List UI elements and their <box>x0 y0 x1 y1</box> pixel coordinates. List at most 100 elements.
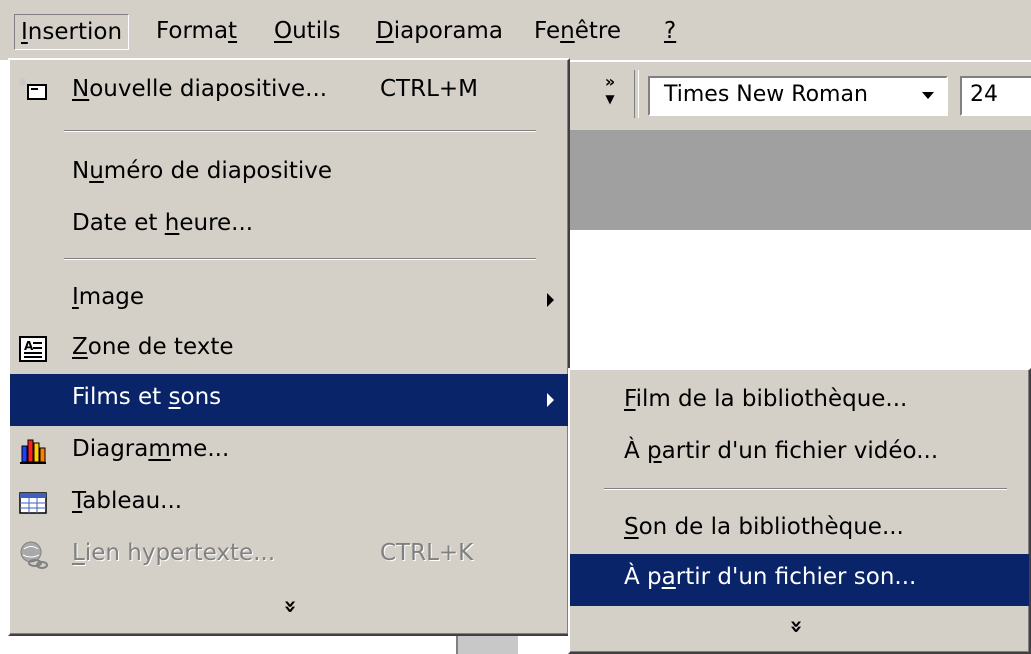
menu-item-label: À partir d'un fichier vidéo... <box>624 438 938 464</box>
menu-diaporama[interactable]: Diaporama <box>370 14 509 48</box>
mnemonic: O <box>274 18 293 44</box>
menu-item-label: Numéro de diapositive <box>72 158 332 184</box>
table-icon <box>18 488 48 518</box>
mnemonic: I <box>21 19 28 45</box>
new-slide-icon <box>18 76 48 106</box>
chart-icon <box>18 436 48 466</box>
mnemonic: u <box>89 158 104 184</box>
menu-label: être <box>574 18 621 44</box>
mnemonic: S <box>624 514 639 540</box>
menu-item-label: Diagramme... <box>72 436 229 462</box>
mnemonic: m <box>148 436 171 462</box>
label-part: ableau... <box>82 488 183 514</box>
font-dropdown-arrow-icon[interactable] <box>922 92 934 99</box>
menu-item-label: Tableau... <box>72 488 182 514</box>
movies-sounds-submenu: Film de la bibliothèque... À partir d'un… <box>568 368 1031 654</box>
mnemonic: Z <box>72 334 88 360</box>
label-part: on de la bibliothèque... <box>638 514 904 540</box>
submenu-arrow-icon <box>547 293 554 307</box>
menu-item-label: Son de la bibliothèque... <box>624 514 904 540</box>
menu-item-label: Date et heure... <box>72 210 253 236</box>
menu-separator <box>604 488 1007 490</box>
mnemonic: n <box>560 18 575 44</box>
formatting-toolbar: » ▼ Times New Roman 24 <box>568 62 1031 131</box>
toolbar-dropdown-glyph: ▼ <box>605 92 615 106</box>
menu-separator <box>64 130 536 132</box>
menu-label: iaporama <box>393 18 503 44</box>
mnemonic: t <box>228 18 238 44</box>
label-part: ouvelle diapositive... <box>89 76 328 102</box>
label-part: rtir d'un fichier son... <box>675 564 917 590</box>
label-part: Diagra <box>72 436 149 462</box>
label-part: one de texte <box>87 334 234 360</box>
font-size-combobox[interactable]: 24 <box>960 76 1031 116</box>
mnemonic: p <box>647 438 662 464</box>
menu-item-label: Image <box>72 284 144 310</box>
label-part: À p <box>624 564 662 590</box>
label-part: ilm de la bibliothèque... <box>635 386 908 412</box>
menu-item-new-slide[interactable]: Nouvelle diapositive... CTRL+M <box>10 66 568 118</box>
menu-item-label: Film de la bibliothèque... <box>624 386 907 412</box>
label-part: N <box>72 158 90 184</box>
label-part: mage <box>78 284 145 310</box>
shortcut-label: CTRL+K <box>380 540 474 566</box>
mnemonic: F <box>624 386 636 412</box>
menu-item-text-box[interactable]: A Zone de texte <box>10 324 568 376</box>
svg-text:A: A <box>24 339 34 353</box>
menu-label: Forma <box>156 18 229 44</box>
menu-insertion[interactable]: Insertion <box>14 14 130 50</box>
label-part: me... <box>170 436 230 462</box>
menu-separator <box>64 258 536 260</box>
menu-item-label: Lien hypertexte... <box>72 540 275 566</box>
menu-item-label: Nouvelle diapositive... <box>72 76 327 102</box>
menu-item-movies-sounds[interactable]: Films et sons <box>10 374 568 426</box>
menu-item-hyperlink: Lien hypertexte... CTRL+K <box>10 530 568 582</box>
label-part: ons <box>180 384 222 410</box>
menu-label: nsertion <box>27 19 123 45</box>
label-part: artir d'un fichier vidéo... <box>661 438 939 464</box>
mnemonic: N <box>72 76 90 102</box>
menu-format[interactable]: Format <box>150 14 243 48</box>
menu-item-sound-from-file[interactable]: À partir d'un fichier son... <box>570 554 1029 606</box>
menu-label: utils <box>292 18 341 44</box>
menu-fenetre[interactable]: Fenêtre <box>528 14 627 48</box>
menu-item-movie-from-gallery[interactable]: Film de la bibliothèque... <box>570 376 1029 428</box>
menu-item-label: Zone de texte <box>72 334 233 360</box>
menu-item-image[interactable]: Image <box>10 274 568 326</box>
hyperlink-icon <box>18 540 48 570</box>
mnemonic: s <box>168 384 181 410</box>
label-part: méro de diapositive <box>103 158 333 184</box>
menu-item-label: À partir d'un fichier son... <box>624 564 916 590</box>
mnemonic: h <box>164 210 180 236</box>
menu-item-chart[interactable]: Diagramme... <box>10 426 568 478</box>
menu-help[interactable]: ? <box>658 14 682 48</box>
workspace-gray-band <box>568 130 1031 230</box>
chevron-label: » <box>604 72 616 91</box>
toolbar-separator <box>634 70 639 118</box>
font-name-combobox[interactable]: Times New Roman <box>648 76 948 116</box>
menu-item-date-time[interactable]: Date et heure... <box>10 200 568 252</box>
mnemonic: ? <box>664 18 677 44</box>
mnemonic: a <box>661 564 676 590</box>
toolbar-options-chevron-icon[interactable]: » ▼ <box>598 74 622 108</box>
menu-item-slide-number[interactable]: Numéro de diapositive <box>10 148 568 200</box>
menu-label: Fe <box>534 18 561 44</box>
menu-item-table[interactable]: Tableau... <box>10 478 568 530</box>
shortcut-label: CTRL+M <box>380 76 479 102</box>
expand-submenu-chevron-icon[interactable]: » <box>784 615 809 639</box>
menu-item-movie-from-file[interactable]: À partir d'un fichier vidéo... <box>570 428 1029 480</box>
text-box-icon: A <box>18 334 48 364</box>
menu-item-label: Films et sons <box>72 384 221 410</box>
mnemonic: I <box>72 284 79 310</box>
label-part: À <box>624 438 648 464</box>
label-part: ien hypertexte... <box>84 540 276 566</box>
mnemonic: L <box>72 540 85 566</box>
submenu-arrow-icon <box>547 393 554 407</box>
mnemonic: D <box>376 18 394 44</box>
expand-menu-chevron-icon[interactable]: » <box>278 595 303 619</box>
menu-outils[interactable]: Outils <box>268 14 346 48</box>
menu-item-sound-from-gallery[interactable]: Son de la bibliothèque... <box>570 504 1029 556</box>
label-part: eure... <box>179 210 254 236</box>
label-part: Date et <box>72 210 165 236</box>
menubar: Insertion Format Outils Diaporama Fenêtr… <box>0 0 1031 61</box>
